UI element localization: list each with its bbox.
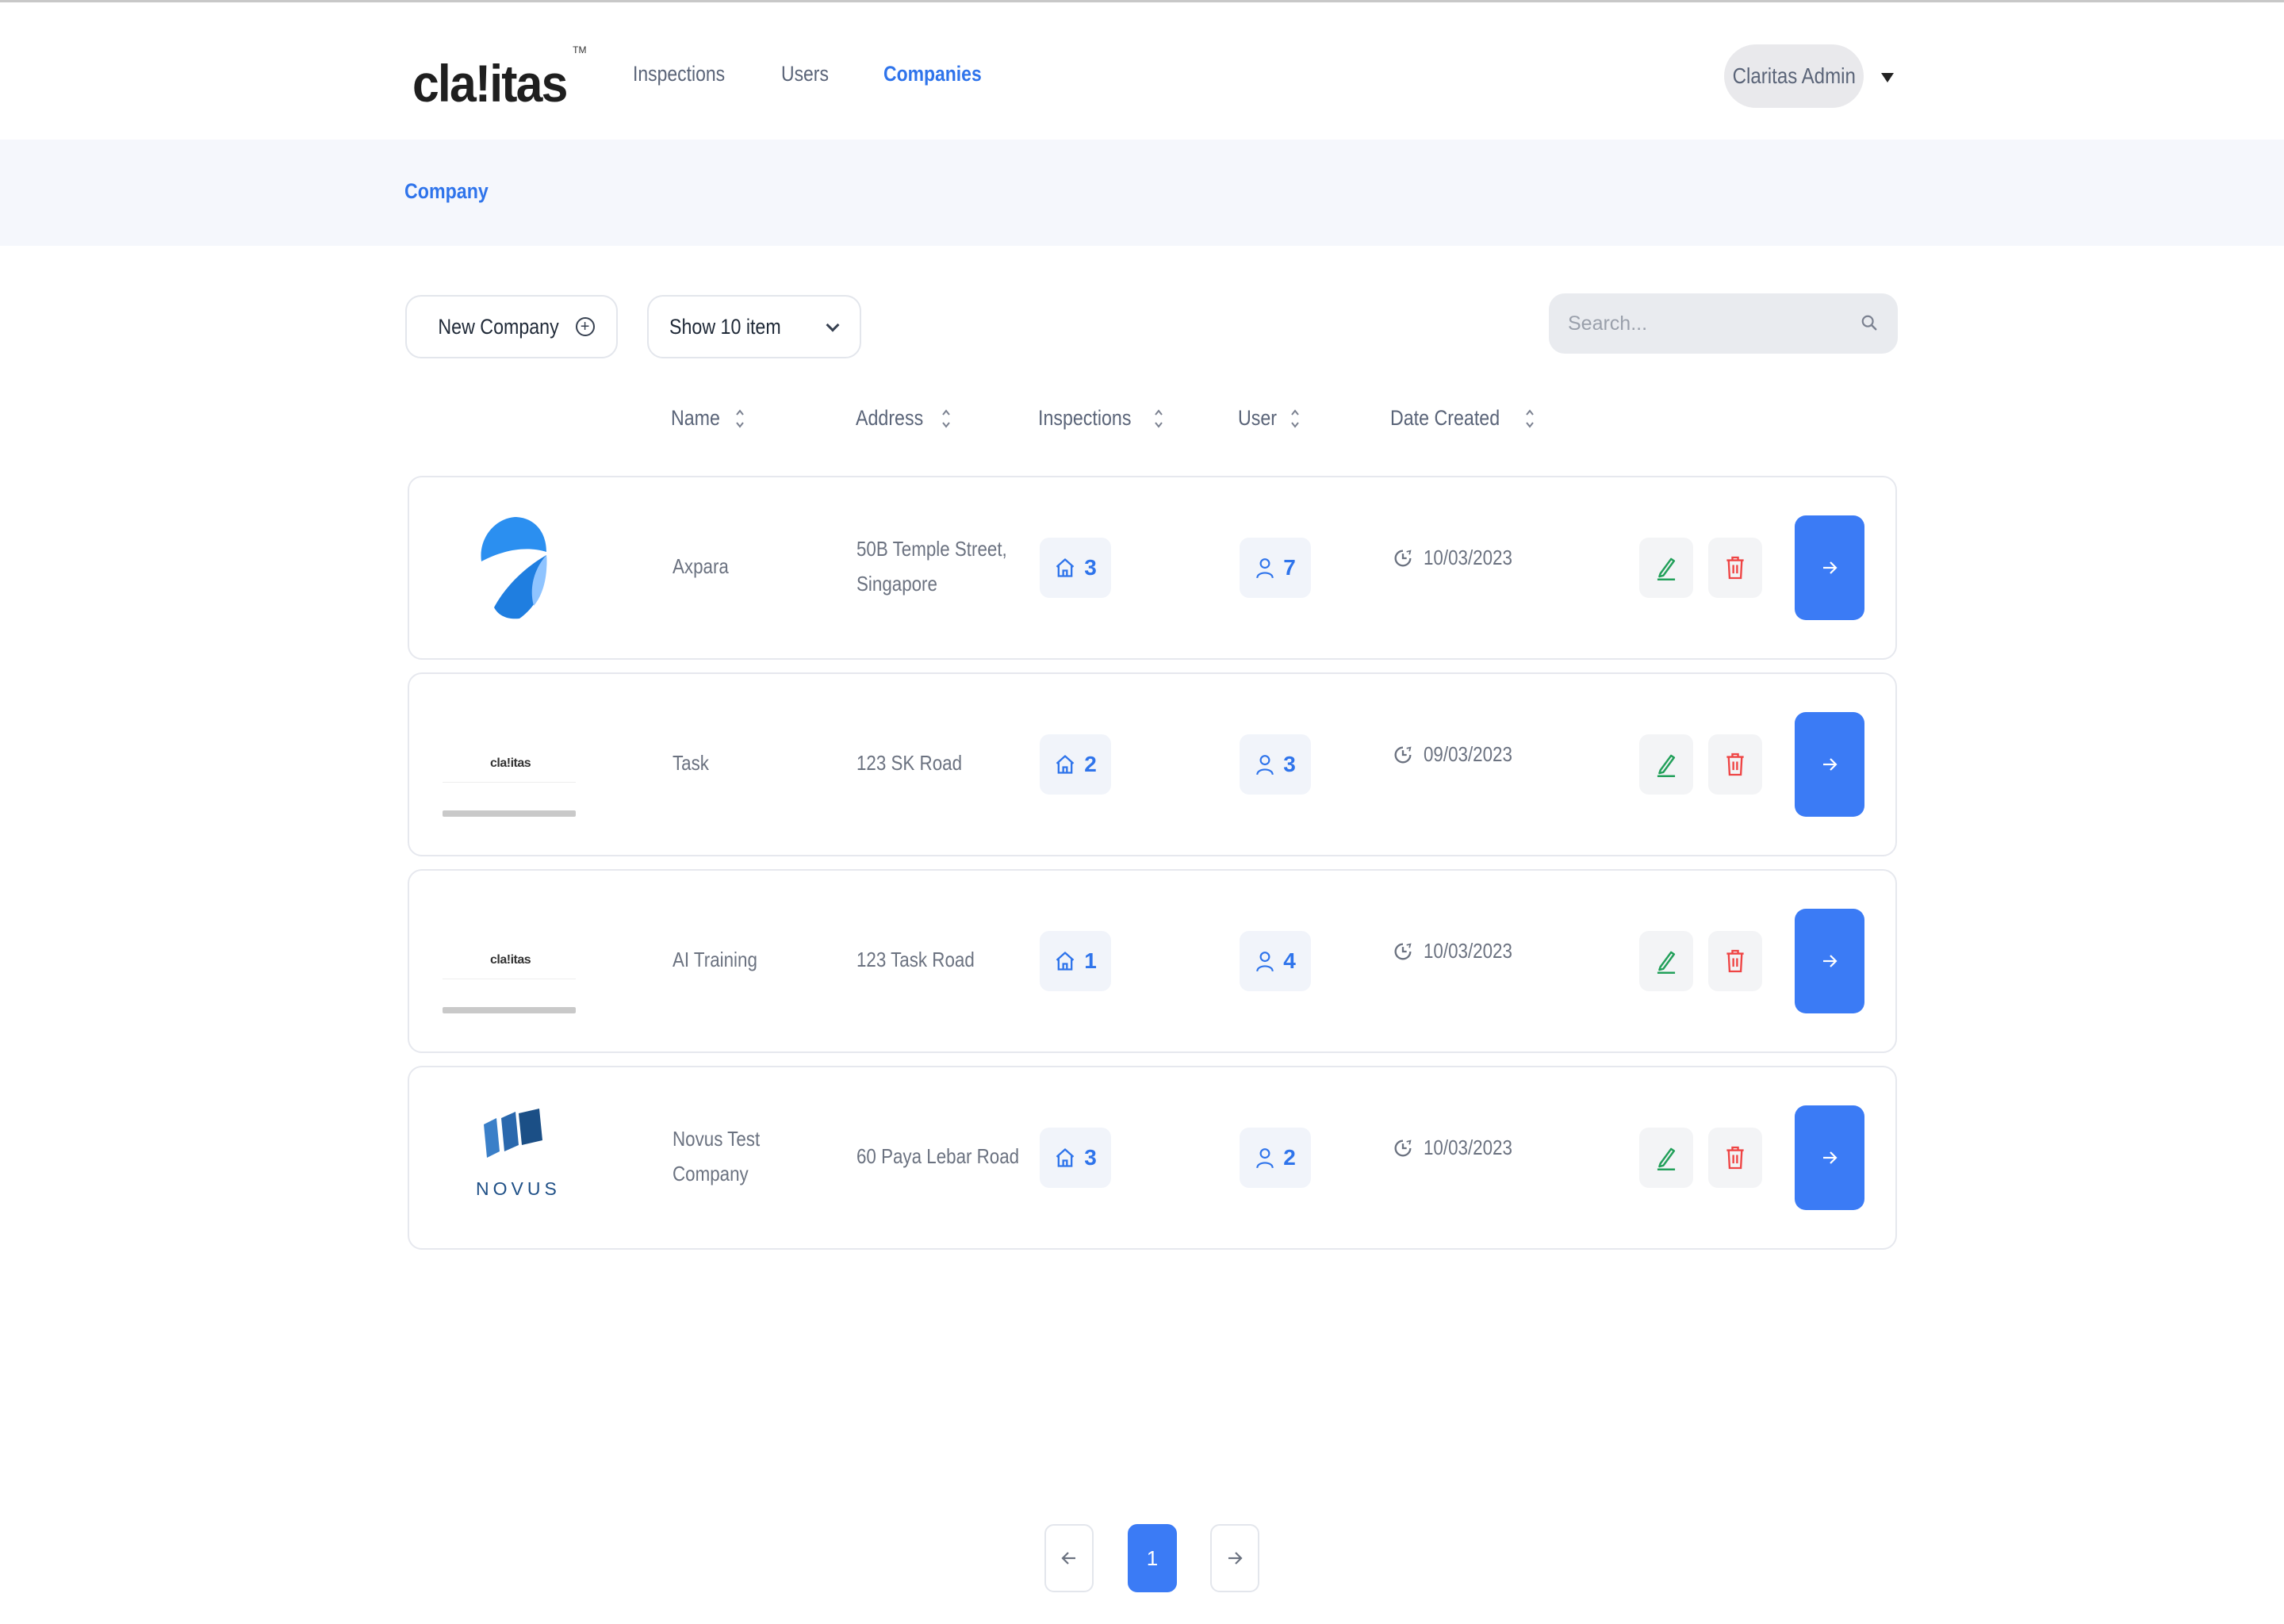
open-company-button[interactable] bbox=[1795, 515, 1864, 620]
company-name: Task bbox=[673, 751, 709, 775]
company-row[interactable]: cla!itas Task 123 SK Road 2 3 09/03/2023 bbox=[408, 672, 1897, 856]
company-address: 123 SK Road bbox=[856, 751, 963, 775]
user-menu-button[interactable]: Claritas Admin bbox=[1724, 44, 1864, 108]
company-name: Novus Test Company bbox=[673, 1127, 761, 1185]
arrow-right-icon bbox=[1823, 758, 1838, 771]
arrow-right-icon bbox=[1823, 561, 1838, 574]
delete-button[interactable] bbox=[1708, 931, 1762, 991]
company-row[interactable]: Axpara 50B Temple Street, Singapore 3 7 … bbox=[408, 476, 1897, 660]
users-count-badge[interactable]: 3 bbox=[1240, 734, 1311, 795]
inspections-count-badge[interactable]: 3 bbox=[1040, 538, 1111, 598]
trash-icon bbox=[1726, 949, 1744, 973]
clock-icon bbox=[1394, 942, 1412, 959]
inspections-count-badge[interactable]: 2 bbox=[1040, 734, 1111, 795]
open-company-button[interactable] bbox=[1795, 712, 1864, 817]
logo-divider bbox=[443, 782, 576, 783]
claritas-logo[interactable]: cla!itas TM bbox=[412, 44, 586, 109]
user-icon bbox=[1256, 755, 1274, 776]
edit-button[interactable] bbox=[1639, 1128, 1693, 1188]
delete-button[interactable] bbox=[1708, 538, 1762, 598]
arrow-left-icon bbox=[1061, 1552, 1075, 1565]
novus-logo bbox=[484, 1109, 542, 1158]
company-name: Axpara bbox=[673, 554, 729, 578]
home-icon bbox=[1056, 558, 1075, 577]
trash-icon bbox=[1726, 556, 1744, 580]
inspections-count-badge[interactable]: 3 bbox=[1040, 1128, 1111, 1188]
column-header-user[interactable]: User bbox=[1238, 406, 1301, 431]
column-header-address[interactable]: Address bbox=[856, 406, 952, 431]
company-row[interactable]: cla!itas AI Training 123 Task Road 1 4 1… bbox=[408, 869, 1897, 1053]
edit-button[interactable] bbox=[1639, 931, 1693, 991]
company-address: 60 Paya Lebar Road bbox=[856, 1144, 1020, 1168]
top-navbar: cla!itas TM Inspections Users Companies … bbox=[0, 6, 2284, 140]
company-address: 50B Temple Street, Singapore bbox=[856, 537, 1007, 596]
home-icon bbox=[1056, 952, 1075, 971]
plus-circle-icon: + bbox=[575, 317, 595, 336]
novus-wordmark: NOVUS bbox=[476, 1178, 561, 1199]
sort-icon[interactable] bbox=[734, 407, 745, 431]
company-row[interactable]: NOVUS Novus Test Company 60 Paya Lebar R… bbox=[408, 1066, 1897, 1250]
search-icon[interactable] bbox=[1861, 314, 1878, 331]
prev-page-button[interactable] bbox=[1044, 1524, 1094, 1592]
home-icon bbox=[1056, 1148, 1075, 1167]
user-icon bbox=[1256, 1148, 1274, 1169]
date-created: 10/03/2023 bbox=[1392, 1136, 1527, 1160]
edit-button[interactable] bbox=[1639, 734, 1693, 795]
window-top-border bbox=[0, 0, 2284, 6]
breadcrumb-bar: Company bbox=[0, 140, 2284, 246]
user-icon bbox=[1256, 558, 1274, 579]
breadcrumb[interactable]: Company bbox=[404, 179, 489, 204]
new-company-button[interactable]: New Company + bbox=[405, 295, 618, 358]
nav-companies[interactable]: Companies bbox=[883, 62, 982, 86]
logo-underline bbox=[443, 1007, 576, 1013]
users-count-badge[interactable]: 7 bbox=[1240, 538, 1311, 598]
pencil-icon bbox=[1657, 951, 1676, 974]
date-created: 09/03/2023 bbox=[1392, 742, 1527, 767]
open-company-button[interactable] bbox=[1795, 909, 1864, 1013]
clock-icon bbox=[1394, 1139, 1412, 1156]
date-created: 10/03/2023 bbox=[1392, 546, 1527, 570]
clock-icon bbox=[1394, 745, 1412, 763]
column-header-date-created[interactable]: Date Created bbox=[1390, 406, 1535, 431]
arrow-right-icon bbox=[1228, 1552, 1243, 1565]
delete-button[interactable] bbox=[1708, 734, 1762, 795]
sort-icon[interactable] bbox=[1524, 407, 1535, 431]
user-icon bbox=[1256, 952, 1274, 972]
users-count-badge[interactable]: 2 bbox=[1240, 1128, 1311, 1188]
sort-icon[interactable] bbox=[941, 407, 952, 431]
page-size-select[interactable]: Show 10 item bbox=[647, 295, 861, 358]
nav-inspections[interactable]: Inspections bbox=[633, 62, 725, 86]
company-address: 123 Task Road bbox=[856, 948, 975, 971]
company-name: AI Training bbox=[673, 948, 757, 971]
delete-button[interactable] bbox=[1708, 1128, 1762, 1188]
column-header-name[interactable]: Name bbox=[671, 406, 745, 431]
sort-icon[interactable] bbox=[1153, 407, 1164, 431]
inspections-count-badge[interactable]: 1 bbox=[1040, 931, 1111, 991]
chevron-down-icon[interactable] bbox=[1881, 73, 1894, 82]
edit-button[interactable] bbox=[1639, 538, 1693, 598]
page-button[interactable]: 1 bbox=[1128, 1524, 1177, 1592]
users-count-badge[interactable]: 4 bbox=[1240, 931, 1311, 991]
nav-users[interactable]: Users bbox=[781, 62, 829, 86]
chevron-down-icon bbox=[826, 318, 840, 332]
search-input[interactable] bbox=[1549, 293, 1898, 354]
arrow-right-icon bbox=[1823, 955, 1838, 967]
next-page-button[interactable] bbox=[1210, 1524, 1259, 1592]
claritas-logo: cla!itas bbox=[490, 756, 531, 770]
open-company-button[interactable] bbox=[1795, 1105, 1864, 1210]
date-created: 10/03/2023 bbox=[1392, 939, 1527, 963]
claritas-logo: cla!itas bbox=[490, 953, 531, 967]
clock-icon bbox=[1394, 549, 1412, 566]
pencil-icon bbox=[1657, 754, 1676, 777]
logo-underline bbox=[443, 810, 576, 817]
trash-icon bbox=[1726, 1146, 1744, 1170]
arrow-right-icon bbox=[1823, 1151, 1838, 1164]
pencil-icon bbox=[1657, 557, 1676, 580]
home-icon bbox=[1056, 755, 1075, 774]
trash-icon bbox=[1726, 753, 1744, 776]
axpara-logo bbox=[481, 517, 547, 619]
column-header-inspections[interactable]: Inspections bbox=[1038, 406, 1164, 431]
pencil-icon bbox=[1657, 1147, 1676, 1170]
sort-icon[interactable] bbox=[1290, 407, 1301, 431]
